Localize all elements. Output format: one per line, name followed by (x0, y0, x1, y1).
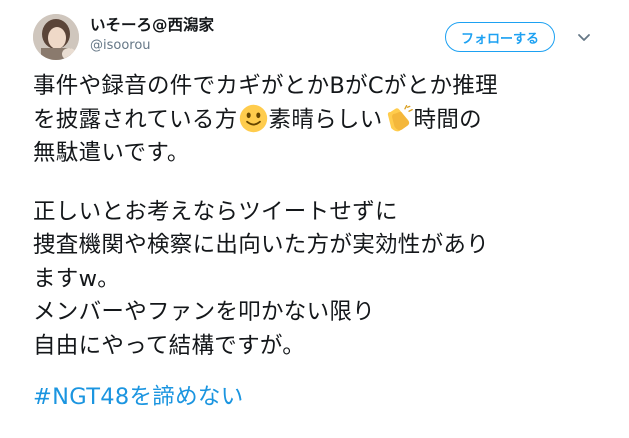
user-names: いそーろ@西潟家 @isoorou (90, 15, 214, 55)
tweet-line: ますw。 (33, 265, 121, 292)
tweet-line: 事件や録音の件でカギがとかBがCがとか推理 (33, 73, 498, 99)
display-name[interactable]: いそーろ@西潟家 (90, 15, 214, 35)
tweet-text-segment: 時間の (413, 106, 482, 133)
tweet-line: 無駄遣いです。 (33, 140, 190, 166)
user-handle[interactable]: @isoorou (90, 37, 214, 55)
tweet-line: 捜査機関や検察に出向いた方が実効性があり (33, 232, 490, 258)
tweet-text: 事件や録音の件でカギがとかBがCがとか推理 を披露されている方 素晴らしい 時間… (33, 70, 603, 415)
chevron-down-icon[interactable] (575, 28, 593, 46)
avatar[interactable] (33, 14, 79, 60)
tweet-line: 自由にやって結構ですが。 (33, 332, 306, 359)
tweet-text-segment: を披露されている方 (33, 106, 238, 133)
tweet-line: メンバーやファンを叩かない限り (33, 299, 376, 325)
slightly-smiling-face-emoji-icon (239, 104, 267, 132)
tweet-header: いそーろ@西潟家 @isoorou フォローする (33, 14, 603, 60)
clapping-hands-emoji-icon (387, 104, 413, 131)
hashtag-line: #NGT48を諦めない (33, 381, 603, 415)
follow-button[interactable]: フォローする (445, 22, 555, 52)
tweet-line: 正しいとお考えならツイートせずに (33, 198, 398, 225)
tweet-text-segment: 素晴らしい (268, 106, 383, 133)
tweet-line: を披露されている方 素晴らしい 時間の (33, 104, 603, 138)
hashtag-link[interactable]: #NGT48を諦めない (33, 384, 244, 410)
